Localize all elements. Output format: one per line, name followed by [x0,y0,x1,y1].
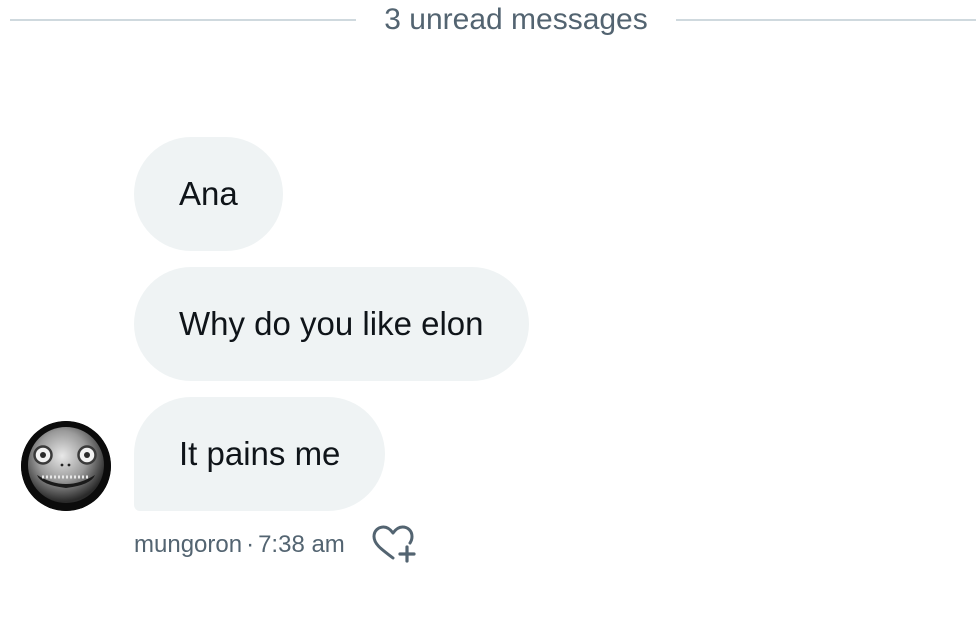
message-text: It pains me [179,435,341,472]
sender-name[interactable]: mungoron [134,531,242,558]
meta-separator: · [246,531,255,558]
message-bubble[interactable]: Ana [134,137,283,251]
message-meta: mungoron · 7:38 am [134,529,345,561]
unread-divider-label: 3 unread messages [384,3,648,36]
message-bubble[interactable]: Why do you like elon [134,267,529,381]
avatar[interactable] [21,421,111,511]
message-text: Ana [179,175,238,212]
message-text: Why do you like elon [179,305,484,342]
add-reaction-button[interactable] [370,524,418,566]
message-time: 7:38 am [258,531,345,558]
mask-face-icon [21,421,111,511]
message-bubble[interactable]: It pains me [134,397,386,511]
unread-divider-line-left [10,19,356,21]
unread-divider-line-right [676,19,976,21]
heart-plus-icon [372,525,416,563]
dm-conversation: 3 unread messages Ana Why do you like el… [0,0,976,625]
